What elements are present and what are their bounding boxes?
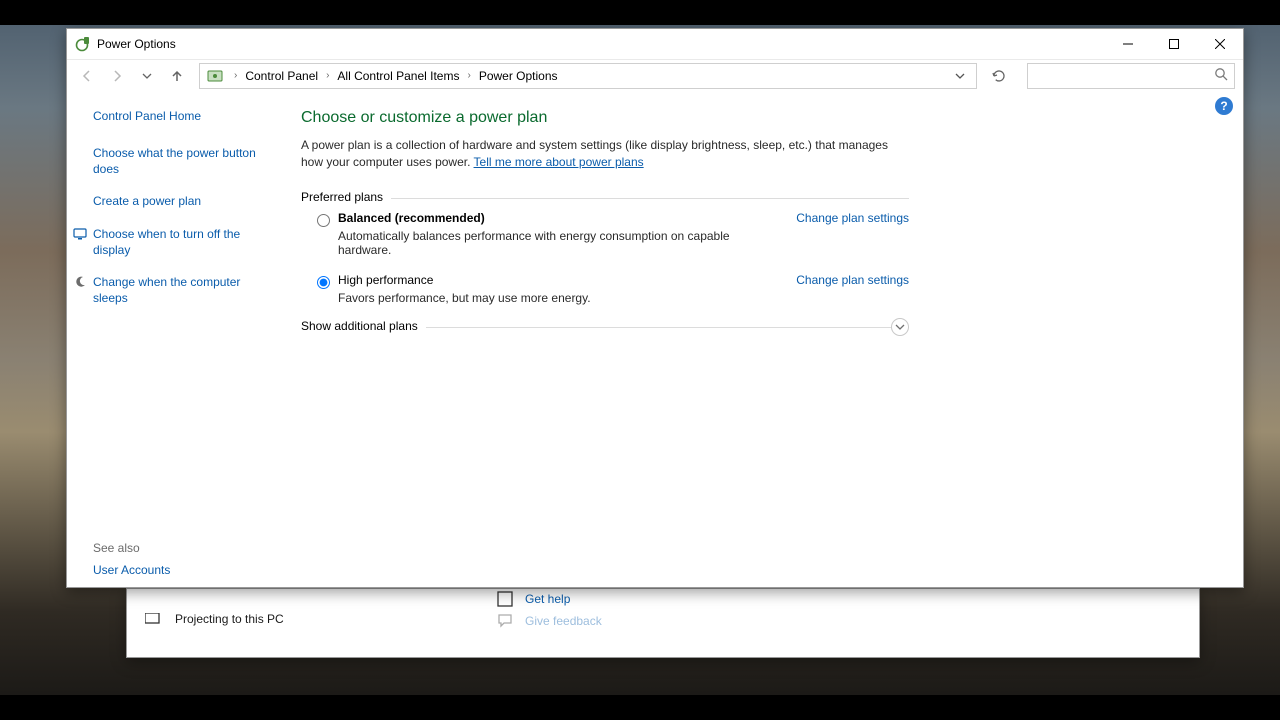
nav-up-button[interactable] [165, 64, 189, 88]
main-content: Choose or customize a power plan A power… [283, 91, 1243, 587]
sleep-icon [73, 275, 87, 289]
plan-radio-high-performance[interactable] [317, 276, 330, 289]
plan-desc: Automatically balances performance with … [338, 229, 782, 257]
breadcrumb-dropdown[interactable] [948, 64, 972, 88]
additional-plans-label: Show additional plans [301, 319, 426, 333]
chevron-right-icon: › [461, 70, 476, 81]
letterbox-bottom [0, 695, 1280, 720]
crumb-power-options[interactable]: Power Options [477, 67, 560, 85]
chevron-right-icon: › [228, 70, 243, 81]
sidebar-link-display-off[interactable]: Choose when to turn off the display [93, 226, 269, 258]
search-box[interactable] [1027, 63, 1235, 89]
app-icon [75, 36, 91, 52]
refresh-button[interactable] [987, 64, 1011, 88]
nav-forward-button[interactable] [105, 64, 129, 88]
power-options-window: Power Options [66, 28, 1244, 588]
search-input[interactable] [1034, 69, 1214, 83]
sidebar-link-label: Create a power plan [93, 194, 201, 208]
maximize-button[interactable] [1151, 29, 1197, 59]
page-title: Choose or customize a power plan [301, 109, 1203, 127]
sidebar-link-power-button[interactable]: Choose what the power button does [93, 145, 269, 177]
search-icon [1214, 67, 1228, 84]
change-plan-settings-link[interactable]: Change plan settings [782, 273, 909, 287]
minimize-button[interactable] [1105, 29, 1151, 59]
sidebar: Control Panel Home Choose what the power… [67, 91, 283, 587]
plan-row-high-performance: High performance Favors performance, but… [301, 261, 909, 309]
letterbox-top [0, 0, 1280, 25]
sidebar-link-label: Choose when to turn off the display [93, 227, 240, 257]
bg-link-get-help[interactable]: Get help [497, 591, 602, 607]
sidebar-link-label: Change when the computer sleeps [93, 275, 240, 305]
bg-left-item-label[interactable]: Projecting to this PC [175, 612, 284, 626]
bg-link-give-feedback[interactable]: Give feedback [497, 613, 602, 629]
control-panel-icon [206, 67, 224, 85]
chevron-right-icon: › [320, 70, 335, 81]
sidebar-home-link[interactable]: Control Panel Home [93, 109, 269, 123]
feedback-icon [497, 613, 513, 629]
display-icon [73, 227, 87, 241]
change-plan-settings-link[interactable]: Change plan settings [782, 211, 909, 225]
window-body: ? Control Panel Home Choose what the pow… [67, 91, 1243, 587]
tell-me-more-link[interactable]: Tell me more about power plans [474, 155, 644, 169]
see-also-label: See also [93, 541, 269, 555]
background-window: Projecting to this PC Get help Give feed… [126, 588, 1200, 658]
sidebar-link-label: Choose what the power button does [93, 146, 256, 176]
page-description: A power plan is a collection of hardware… [301, 137, 911, 172]
titlebar: Power Options [67, 29, 1243, 59]
preferred-plans-label: Preferred plans [301, 190, 391, 204]
nav-back-button[interactable] [75, 64, 99, 88]
chevron-down-icon [895, 322, 905, 332]
plan-radio-balanced[interactable] [317, 214, 330, 227]
plan-desc: Favors performance, but may use more ene… [338, 291, 782, 305]
plan-name[interactable]: Balanced (recommended) [338, 211, 782, 225]
breadcrumb[interactable]: › Control Panel › All Control Panel Item… [199, 63, 977, 89]
nav-row: › Control Panel › All Control Panel Item… [67, 59, 1243, 91]
help-icon [497, 591, 513, 607]
bg-link-label: Get help [525, 592, 570, 606]
projecting-icon [145, 611, 161, 627]
crumb-control-panel[interactable]: Control Panel [243, 67, 320, 85]
sidebar-link-sleep[interactable]: Change when the computer sleeps [93, 274, 269, 306]
bg-link-label: Give feedback [525, 614, 602, 628]
close-button[interactable] [1197, 29, 1243, 59]
crumb-all-items[interactable]: All Control Panel Items [335, 67, 461, 85]
see-also-user-accounts[interactable]: User Accounts [93, 563, 269, 577]
expand-button[interactable] [891, 318, 909, 336]
show-additional-plans[interactable]: Show additional plans [301, 327, 909, 344]
window-title: Power Options [97, 37, 176, 51]
plan-row-balanced: Balanced (recommended) Automatically bal… [301, 199, 909, 261]
nav-recent-dropdown[interactable] [135, 64, 159, 88]
plan-name[interactable]: High performance [338, 273, 782, 287]
sidebar-link-create-plan[interactable]: Create a power plan [93, 193, 269, 209]
